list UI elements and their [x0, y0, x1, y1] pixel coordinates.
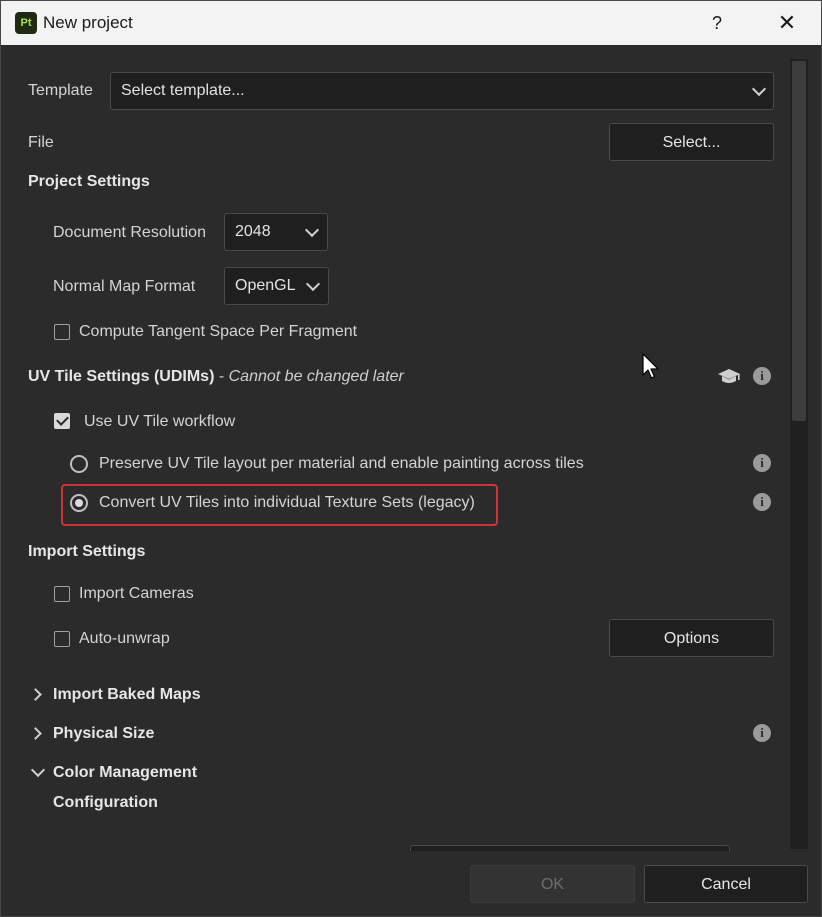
help-icon: ? — [711, 13, 722, 33]
ok-button[interactable]: OK — [470, 865, 635, 903]
info-icon[interactable]: i — [753, 367, 771, 385]
dialog-title: New project — [43, 13, 133, 32]
mouse-cursor-icon — [642, 353, 659, 379]
normal-map-format-value: OpenGL — [235, 277, 296, 294]
template-select[interactable]: Select template... — [110, 72, 774, 110]
color-management-header: Color Management — [53, 764, 198, 781]
template-label: Template — [28, 82, 93, 99]
auto-unwrap-checkbox[interactable] — [54, 631, 70, 647]
normal-map-format-select[interactable]: OpenGL — [224, 267, 329, 305]
dialog-content: Template Select template... File Select.… — [1, 45, 821, 916]
chevron-down-icon — [304, 222, 320, 238]
use-uv-tile-workflow-label: Use UV Tile workflow — [84, 413, 236, 430]
title-bar: Pt New project ? ✕ — [1, 1, 821, 45]
chevron-right-icon — [29, 688, 42, 701]
uv-tile-dash: - — [218, 368, 225, 385]
auto-unwrap-label: Auto-unwrap — [79, 630, 170, 647]
chevron-down-icon — [751, 81, 767, 97]
convert-uv-tiles-radio[interactable] — [70, 494, 88, 512]
compute-tangent-label: Compute Tangent Space Per Fragment — [79, 323, 358, 340]
configuration-label: Configuration — [53, 794, 158, 811]
chevron-right-icon — [29, 727, 42, 740]
import-cameras-label: Import Cameras — [79, 585, 194, 602]
compute-tangent-checkbox[interactable] — [54, 324, 70, 340]
info-icon[interactable]: i — [753, 493, 771, 511]
cancel-button[interactable]: Cancel — [644, 865, 808, 903]
file-select-button[interactable]: Select... — [609, 123, 774, 161]
use-uv-tile-workflow-checkbox[interactable] — [54, 413, 70, 429]
chevron-down-icon — [305, 276, 321, 292]
chevron-down-icon — [30, 762, 46, 778]
template-select-value: Select template... — [121, 82, 245, 99]
convert-uv-tiles-label: Convert UV Tiles into individual Texture… — [99, 494, 475, 511]
import-cameras-checkbox[interactable] — [54, 586, 70, 602]
document-resolution-select[interactable]: 2048 — [224, 213, 328, 251]
preserve-uv-tile-label: Preserve UV Tile layout per material and… — [99, 455, 584, 472]
scrollbar-thumb[interactable] — [792, 61, 806, 421]
document-resolution-value: 2048 — [235, 223, 271, 240]
dialog-footer: OK Cancel — [1, 851, 821, 916]
import-settings-header: Import Settings — [28, 543, 146, 560]
preserve-uv-tile-radio[interactable] — [70, 455, 88, 473]
painter-app-icon: Pt — [15, 12, 37, 34]
uv-tile-note: Cannot be changed later — [228, 368, 404, 385]
uv-tile-header-text: UV Tile Settings (UDIMs) — [28, 368, 215, 385]
help-button[interactable]: ? — [685, 1, 749, 45]
new-project-dialog: Pt New project ? ✕ Template Select templ… — [0, 0, 822, 917]
import-baked-maps-header: Import Baked Maps — [53, 686, 201, 703]
close-button[interactable]: ✕ — [755, 1, 819, 45]
info-icon[interactable]: i — [753, 724, 771, 742]
close-icon: ✕ — [777, 10, 797, 35]
uv-tile-settings-header: UV Tile Settings (UDIMs) - Cannot be cha… — [28, 368, 404, 386]
normal-map-format-label: Normal Map Format — [53, 278, 196, 295]
graduation-cap-icon[interactable] — [717, 367, 741, 387]
project-settings-header: Project Settings — [28, 173, 150, 190]
file-label: File — [28, 134, 54, 151]
document-resolution-label: Document Resolution — [53, 224, 206, 241]
physical-size-header: Physical Size — [53, 725, 155, 742]
auto-unwrap-options-button[interactable]: Options — [609, 619, 774, 657]
info-icon[interactable]: i — [753, 454, 771, 472]
